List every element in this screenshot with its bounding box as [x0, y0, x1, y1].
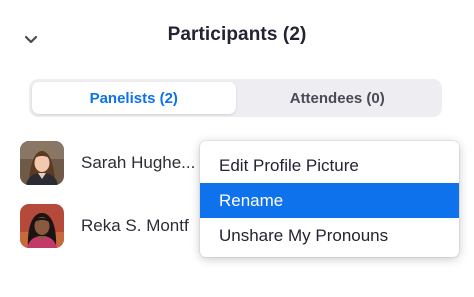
participant-name: Reka S. Montf — [81, 216, 189, 235]
tab-panelists[interactable]: Panelists (2) — [32, 82, 236, 114]
participant-tabs: Panelists (2) Attendees (0) — [29, 79, 442, 117]
menu-item-edit-profile-picture[interactable]: Edit Profile Picture — [200, 148, 459, 183]
tab-attendees[interactable]: Attendees (0) — [236, 82, 440, 114]
menu-item-rename[interactable]: Rename — [200, 183, 459, 218]
participant-name: Sarah Hughe... — [81, 153, 196, 172]
avatar — [20, 141, 64, 185]
panel-title: Participants (2) — [167, 24, 307, 45]
participant-context-menu: Edit Profile Picture Rename Unshare My P… — [200, 141, 459, 257]
menu-item-unshare-pronouns[interactable]: Unshare My Pronouns — [200, 218, 459, 253]
avatar — [20, 204, 64, 248]
